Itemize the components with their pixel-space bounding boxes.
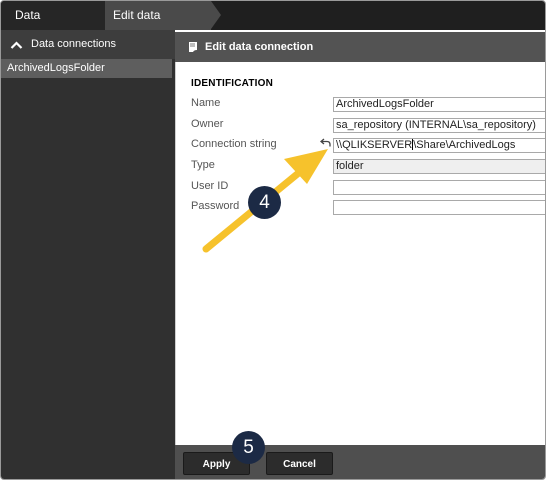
owner-label: Owner [191,118,224,130]
breadcrumb-data-connections[interactable]: Data connections [1,1,115,51]
password-field[interactable] [333,200,545,215]
connection-string-field[interactable]: \\QLIKSERVER\Share\ArchivedLogs [333,138,545,153]
step-5-callout: 5 [232,431,265,464]
right-panel: Edit data connection IDENTIFICATION Name… [175,30,545,479]
connection-string-text-start: \\QLIKSERVER [336,139,413,151]
window-frame: Data connections Edit data connection Da… [0,0,546,480]
breadcrumb-edit-data-connection: Edit data connection [105,1,221,51]
connection-string-label: Connection string [191,138,277,150]
edit-panel-title: Edit data connection [205,41,314,53]
connection-string-text-end: \Share\ArchivedLogs [413,139,516,151]
breadcrumb: Data connections Edit data connection [1,1,545,51]
edit-connection-icon [189,42,197,52]
owner-field[interactable]: sa_repository (INTERNAL\sa_repository) [333,118,545,133]
list-item-archivedlogsfolder[interactable]: ArchivedLogsFolder [1,59,172,78]
undo-icon[interactable] [320,138,331,147]
user-id-label: User ID [191,180,229,192]
name-field[interactable]: ArchivedLogsFolder [333,97,545,112]
left-panel-header[interactable]: Data connections [1,30,175,59]
cancel-button[interactable]: Cancel [266,452,333,475]
left-panel-title: Data connections [31,38,116,50]
left-panel: Data connections ArchivedLogsFolder [1,30,175,479]
step-4-callout: 4 [248,186,281,219]
type-field: folder [333,159,545,174]
user-id-field[interactable] [333,180,545,195]
chevron-up-icon[interactable] [10,41,23,49]
type-label: Type [191,159,215,171]
section-title-identification: IDENTIFICATION [191,78,274,89]
edit-panel-header: Edit data connection [175,32,545,62]
footer-bar: Apply Cancel [175,445,545,479]
password-label: Password [191,200,240,212]
name-label: Name [191,97,221,109]
